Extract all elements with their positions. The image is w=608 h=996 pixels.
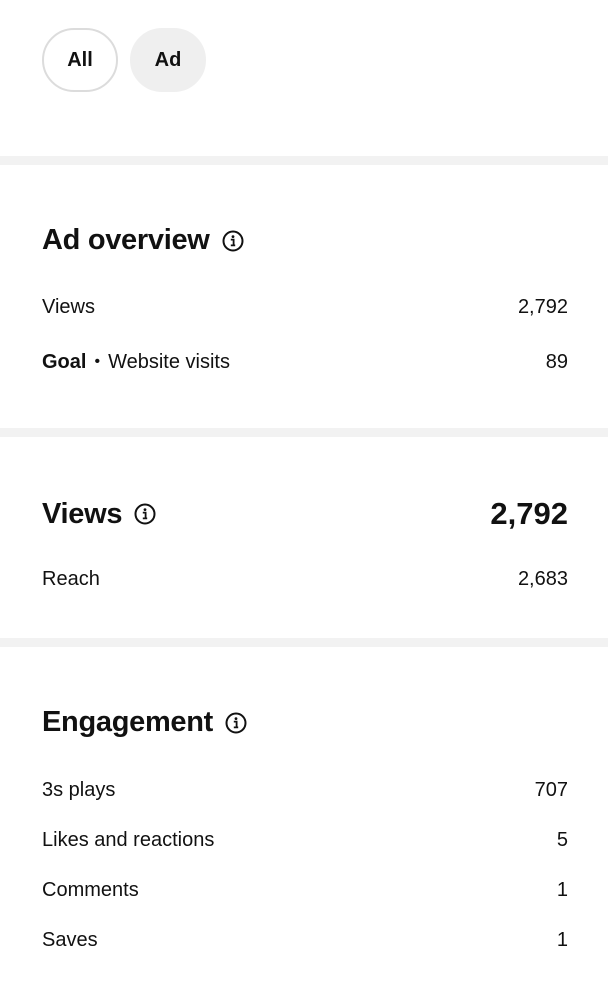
info-icon[interactable] [134,503,156,525]
filter-chip-ad[interactable]: Ad [130,28,206,92]
goal-label: Goal [42,350,87,373]
row-label: Comments [42,878,139,901]
ad-overview-header: Ad overview [42,224,568,257]
separator-dot: • [94,352,101,370]
ad-overview-title: Ad overview [42,224,210,256]
engagement-header: Engagement [42,706,568,739]
filter-chips: All Ad [42,28,206,92]
row-value: 1 [556,928,568,951]
engagement-title: Engagement [42,706,214,738]
row-value: 2,683 [517,567,568,590]
row-value: 707 [534,778,568,801]
views-title: Views [42,497,123,530]
row-value: 2,792 [517,295,568,318]
row-label: Likes and reactions [42,828,215,851]
views-total: 2,792 [490,496,568,531]
row-value: 5 [556,828,568,851]
row-label: 3s plays [42,778,116,801]
engagement-row-comments: Comments 1 [42,877,568,903]
section-divider [0,156,608,165]
engagement-row-likes: Likes and reactions 5 [42,827,568,853]
views-section: Views 2,792 Reach 2,683 [42,496,568,606]
engagement-row-saves: Saves 1 [42,927,568,953]
ad-overview-section: Ad overview Views 2,792 Goal • Website vis… [42,224,568,384]
row-value: 89 [545,350,568,373]
engagement-section: Engagement 3s plays 707 Likes and reacti… [42,706,568,966]
ad-overview-row-views: Views 2,792 [42,294,568,320]
engagement-row-3s-plays: 3s plays 707 [42,777,568,803]
row-label: Goal • Website visits [42,351,230,374]
section-divider [0,428,608,437]
row-label: Saves [42,928,98,951]
ad-overview-row-goal: Goal • Website visits 89 [42,349,568,375]
goal-type: Website visits [108,350,230,373]
info-icon[interactable] [225,712,247,734]
views-row-reach: Reach 2,683 [42,566,568,592]
row-value: 1 [556,878,568,901]
row-label: Reach [42,567,100,590]
section-divider [0,638,608,647]
views-header: Views 2,792 [42,496,568,532]
info-icon[interactable] [222,230,244,252]
filter-chip-all[interactable]: All [42,28,118,92]
row-label: Views [42,295,95,318]
